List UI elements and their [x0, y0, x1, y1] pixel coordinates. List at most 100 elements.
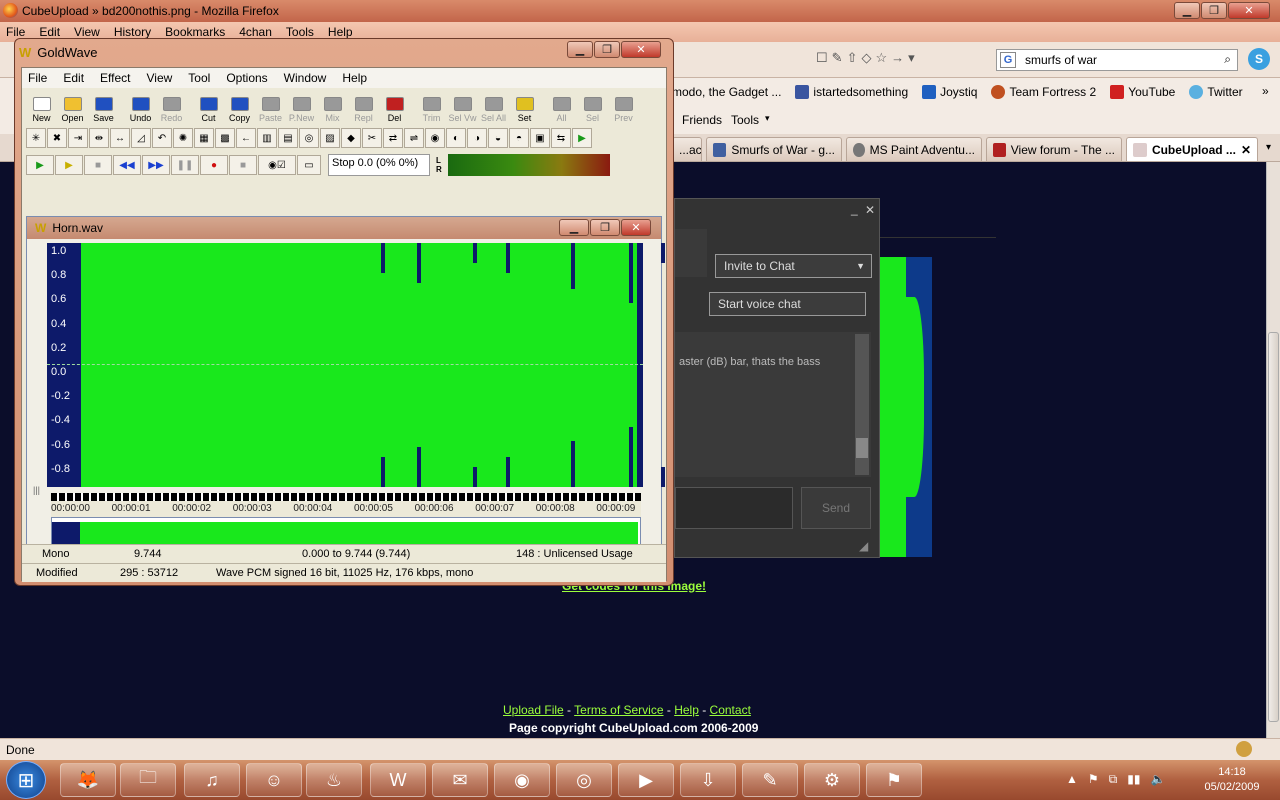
effect-tool-icon[interactable]: ▦: [194, 128, 214, 148]
toolbar-save-button[interactable]: Save: [88, 91, 119, 123]
effect-tool-icon[interactable]: ▩: [215, 128, 235, 148]
toolbar-copy-button[interactable]: Copy: [224, 91, 255, 123]
bookmark-gizmodo[interactable]: modo, the Gadget ...: [672, 85, 781, 99]
gw-minimize-button[interactable]: ▁: [567, 41, 593, 58]
gw-menu-edit[interactable]: Edit: [63, 71, 84, 85]
usb-icon[interactable]: ⧉: [1109, 772, 1118, 787]
clock[interactable]: 14:18 05/02/2009: [1198, 765, 1266, 795]
stop-icon[interactable]: ■: [84, 155, 112, 175]
stop-record-icon[interactable]: ■: [229, 155, 257, 175]
invite-dropdown[interactable]: Invite to Chat ▼: [715, 254, 872, 278]
play-selection-icon[interactable]: ▶: [55, 155, 83, 175]
toolbar-friends[interactable]: Friends: [682, 113, 722, 127]
effect-tool-icon[interactable]: ▥: [257, 128, 277, 148]
addon-icon[interactable]: [1236, 741, 1252, 757]
tab-cubeupload[interactable]: CubeUpload ... ✕: [1126, 137, 1258, 161]
gw-menu-tool[interactable]: Tool: [188, 71, 210, 85]
record-icon[interactable]: ●: [200, 155, 228, 175]
outlook-task-icon[interactable]: ✉: [432, 763, 488, 797]
toolbar-sel-all-button[interactable]: Sel All: [478, 91, 509, 123]
steam-task-icon[interactable]: ♨: [306, 763, 362, 797]
effect-tool-icon[interactable]: ◆: [341, 128, 361, 148]
toolbar-repl-button[interactable]: Repl: [348, 91, 379, 123]
tab-list-icon[interactable]: ▾: [1266, 142, 1271, 153]
menu-view[interactable]: View: [74, 25, 100, 39]
nav-icon[interactable]: ✎: [832, 50, 843, 66]
tab-1[interactable]: ...ac...: [672, 137, 702, 161]
send-button[interactable]: Send: [801, 487, 871, 529]
toolbar-del-button[interactable]: Del: [379, 91, 410, 123]
effect-tool-icon[interactable]: ↔: [110, 128, 130, 148]
nav-icon[interactable]: ☐: [816, 50, 828, 66]
menu-tools[interactable]: Tools: [286, 25, 314, 39]
effect-tool-icon[interactable]: ▤: [278, 128, 298, 148]
toolbar-set-button[interactable]: Set: [509, 91, 540, 123]
editor-task-icon[interactable]: ✎: [742, 763, 798, 797]
media-task-icon[interactable]: ◎: [556, 763, 612, 797]
gw-menu-window[interactable]: Window: [284, 71, 327, 85]
rewind-icon[interactable]: ◀◀: [113, 155, 141, 175]
flag-icon[interactable]: ⚑: [1088, 772, 1099, 787]
toolbar-sel-button[interactable]: Sel: [577, 91, 608, 123]
gw-maximize-button[interactable]: ❐: [594, 41, 620, 58]
nav-icon[interactable]: ◇: [861, 50, 871, 66]
chevron-right-icon[interactable]: »: [1262, 84, 1269, 98]
effect-tool-icon[interactable]: ◑: [467, 128, 487, 148]
chat-input[interactable]: [675, 487, 793, 529]
tab-mspaint[interactable]: MS Paint Adventu...: [846, 137, 982, 161]
nav-icon[interactable]: ⇧: [847, 50, 858, 66]
menu-help[interactable]: Help: [328, 25, 353, 39]
messenger-task-icon[interactable]: ☺: [246, 763, 302, 797]
firefox-task-icon[interactable]: 🦊: [60, 763, 116, 797]
contact-link[interactable]: Contact: [710, 703, 751, 717]
gw-close-button[interactable]: ✕: [621, 41, 661, 58]
toolbar-prev-button[interactable]: Prev: [608, 91, 639, 123]
effect-tool-icon[interactable]: ◉: [425, 128, 445, 148]
volume-icon[interactable]: 🔈: [1150, 772, 1165, 787]
effect-tool-icon[interactable]: ▶: [572, 128, 592, 148]
tab-smurfs[interactable]: Smurfs of War - g...: [706, 137, 842, 161]
menu-bookmarks[interactable]: Bookmarks: [165, 25, 225, 39]
show-hidden-icon[interactable]: ▲: [1066, 772, 1078, 787]
gw-menu-view[interactable]: View: [147, 71, 173, 85]
pause-icon[interactable]: ❚❚: [171, 155, 199, 175]
horn-minimize-button[interactable]: ▁: [559, 219, 589, 236]
monitor-icon[interactable]: ◉☑: [258, 155, 296, 175]
game-task-icon[interactable]: ⚙: [804, 763, 860, 797]
play-icon[interactable]: ▶: [26, 155, 54, 175]
effect-tool-icon[interactable]: ⇌: [404, 128, 424, 148]
toolbar-new-button[interactable]: New: [26, 91, 57, 123]
fast-forward-icon[interactable]: ▶▶: [142, 155, 170, 175]
gw-menu-file[interactable]: File: [28, 71, 47, 85]
toolbar-redo-button[interactable]: Redo: [156, 91, 187, 123]
help-link[interactable]: Help: [674, 703, 699, 717]
close-icon[interactable]: ✕: [865, 203, 875, 217]
itunes-task-icon[interactable]: ♫: [184, 763, 240, 797]
tool-task-icon[interactable]: ⚑: [866, 763, 922, 797]
effect-tool-icon[interactable]: ◿: [131, 128, 151, 148]
menu-4chan[interactable]: 4chan: [239, 25, 272, 39]
menu-file[interactable]: File: [6, 25, 25, 39]
toolbar-open-button[interactable]: Open: [57, 91, 88, 123]
toolbar-undo-button[interactable]: Undo: [125, 91, 156, 123]
chevron-down-icon[interactable]: ▾: [908, 50, 915, 66]
explorer-task-icon[interactable]: 🗀: [120, 763, 176, 797]
effect-tool-icon[interactable]: ◐: [446, 128, 466, 148]
horn-close-button[interactable]: ✕: [621, 219, 651, 236]
search-icon[interactable]: ⌕: [1224, 52, 1231, 67]
effect-tool-icon[interactable]: ▨: [320, 128, 340, 148]
bookmark-twitter[interactable]: Twitter: [1189, 85, 1243, 99]
effect-tool-icon[interactable]: ✺: [173, 128, 193, 148]
toolbar-all-button[interactable]: All: [546, 91, 577, 123]
search-input[interactable]: smurfs of war: [1025, 53, 1097, 67]
start-voice-chat-button[interactable]: Start voice chat: [709, 292, 866, 316]
effect-tool-icon[interactable]: ◎: [299, 128, 319, 148]
effect-tool-icon[interactable]: ⇹: [89, 128, 109, 148]
waveform-display[interactable]: 1.0 0.8 0.6 0.4 0.2 0.0 -0.2 -0.4 -0.6 -0.8: [47, 243, 665, 487]
menu-edit[interactable]: Edit: [39, 25, 60, 39]
download-task-icon[interactable]: ⇩: [680, 763, 736, 797]
splitter-handle[interactable]: |||: [33, 485, 40, 495]
effect-tool-icon[interactable]: ▣: [530, 128, 550, 148]
bookmark-youtube[interactable]: YouTube: [1110, 85, 1175, 99]
effect-tool-icon[interactable]: ↶: [152, 128, 172, 148]
